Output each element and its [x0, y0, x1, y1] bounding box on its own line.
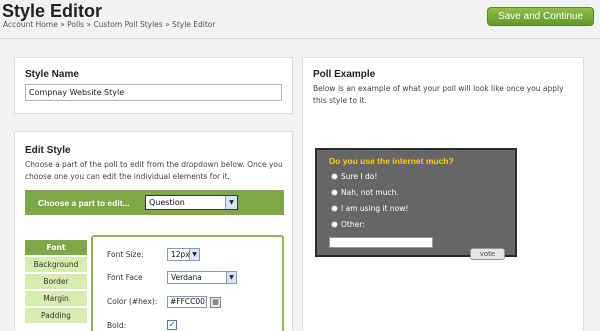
poll-option-label: Other: — [341, 220, 365, 229]
font-size-value: 12px — [171, 250, 190, 259]
tab-padding[interactable]: Padding — [25, 308, 87, 323]
page-header: Style Editor Account Home » Polls » Cust… — [0, 0, 600, 38]
chevron-down-icon[interactable]: ▼ — [226, 272, 236, 283]
vote-button[interactable]: vote — [470, 248, 505, 260]
poll-option[interactable]: Other: — [331, 220, 365, 229]
radio-button[interactable] — [331, 221, 338, 228]
chevron-down-icon[interactable]: ▼ — [225, 196, 237, 209]
poll-question: Do you use the internet much? — [329, 156, 454, 166]
style-name-panel: Style Name Compnay Website Style — [14, 57, 293, 114]
font-face-select[interactable]: Verdana ▼ — [167, 271, 237, 284]
poll-example-panel: Poll Example Below is an example of what… — [302, 57, 584, 331]
part-select-dropdown[interactable]: Question ▼ — [145, 195, 238, 210]
tab-font[interactable]: Font — [25, 240, 87, 255]
bold-label: Bold: — [107, 321, 127, 330]
poll-option-label: Nah, not much. — [341, 188, 399, 197]
bold-checkbox[interactable]: ✓ — [167, 320, 177, 330]
part-chooser-bar: Choose a part to edit... Question ▼ — [25, 190, 284, 215]
other-text-input[interactable] — [329, 237, 433, 248]
radio-button[interactable] — [331, 173, 338, 180]
radio-button[interactable] — [331, 205, 338, 212]
poll-example-description: Below is an example of what your poll wi… — [313, 84, 564, 105]
part-select-value: Question — [149, 198, 185, 207]
page-title: Style Editor — [2, 1, 103, 21]
header-divider — [0, 38, 600, 39]
poll-option-label: Sure I do! — [341, 172, 378, 181]
font-face-value: Verdana — [171, 273, 202, 282]
poll-option-label: I am using it now! — [341, 204, 409, 213]
edit-style-panel: Edit Style Choose a part of the poll to … — [14, 131, 293, 331]
breadcrumb[interactable]: Account Home » Polls » Custom Poll Style… — [3, 20, 215, 29]
font-face-label: Font Face — [107, 273, 143, 282]
save-and-continue-button[interactable]: Save and Continue — [487, 7, 594, 26]
edit-style-title: Edit Style — [25, 145, 71, 156]
font-size-label: Font Size: — [107, 250, 144, 259]
chevron-down-icon[interactable]: ▼ — [189, 249, 199, 260]
tab-margin[interactable]: Margin — [25, 291, 87, 306]
poll-option[interactable]: Nah, not much. — [331, 188, 399, 197]
poll-preview: Do you use the internet much? Sure I do!… — [315, 148, 517, 260]
color-picker-icon[interactable]: ▦ — [210, 297, 221, 308]
poll-option[interactable]: I am using it now! — [331, 204, 408, 213]
style-name-input[interactable]: Compnay Website Style — [25, 84, 282, 101]
edit-style-description: Choose a part of the poll to edit from t… — [25, 160, 283, 181]
font-size-select[interactable]: 12px ▼ — [167, 248, 200, 261]
tab-border[interactable]: Border — [25, 274, 87, 289]
tab-background[interactable]: Background — [25, 257, 87, 272]
radio-button[interactable] — [331, 189, 338, 196]
style-name-title: Style Name — [25, 69, 79, 80]
poll-example-title: Poll Example — [313, 69, 376, 80]
color-label: Color (#hex): — [107, 297, 158, 306]
font-properties-box: Font Size: 12px ▼ Font Face Verdana ▼ Co… — [91, 235, 284, 331]
poll-option[interactable]: Sure I do! — [331, 172, 377, 181]
color-hex-input[interactable]: #FFCC00 — [167, 296, 207, 308]
choose-part-label: Choose a part to edit... — [38, 198, 130, 208]
